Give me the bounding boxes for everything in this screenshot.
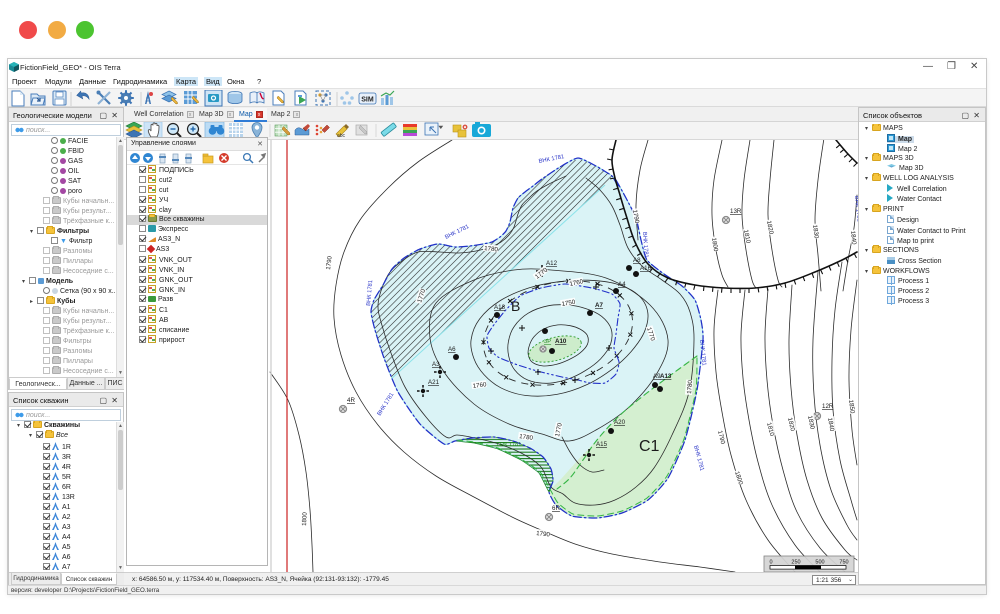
svg-text:A18: A18: [494, 304, 506, 311]
svg-text:500: 500: [815, 560, 824, 566]
svg-text:A16: A16: [640, 265, 652, 272]
svg-text:250: 250: [791, 560, 800, 566]
svg-text:A13: A13: [660, 373, 672, 380]
svg-text:13R: 13R: [730, 208, 742, 215]
svg-text:A3: A3: [432, 361, 440, 368]
svg-text:1790: 1790: [536, 530, 551, 538]
svg-text:750: 750: [839, 560, 848, 566]
svg-text:B: B: [511, 298, 520, 314]
svg-text:A6: A6: [448, 346, 456, 353]
svg-text:C1: C1: [639, 438, 660, 455]
svg-text:A20: A20: [614, 419, 626, 426]
svg-text:1780: 1780: [484, 245, 499, 253]
svg-text:1800: 1800: [301, 511, 309, 526]
svg-text:A15: A15: [596, 441, 608, 448]
svg-text:A8: A8: [633, 257, 641, 264]
svg-text:1780: 1780: [686, 379, 694, 394]
svg-text:12R: 12R: [822, 403, 834, 410]
svg-text:0: 0: [769, 560, 772, 566]
svg-text:A12: A12: [546, 260, 558, 267]
svg-text:1840: 1840: [849, 230, 857, 245]
svg-text:SIM: SIM: [361, 97, 374, 104]
svg-text:abc: abc: [337, 133, 346, 139]
svg-text:A21: A21: [428, 379, 440, 386]
svg-text:4R: 4R: [347, 397, 355, 404]
svg-text:6R: 6R: [552, 505, 560, 512]
svg-text:3P: 3P: [544, 339, 551, 345]
svg-text:A10: A10: [555, 338, 567, 345]
svg-text:ГНК 1781: ГНК 1781: [497, 442, 521, 448]
svg-text:A7: A7: [595, 302, 603, 309]
svg-text:A4: A4: [618, 281, 626, 288]
